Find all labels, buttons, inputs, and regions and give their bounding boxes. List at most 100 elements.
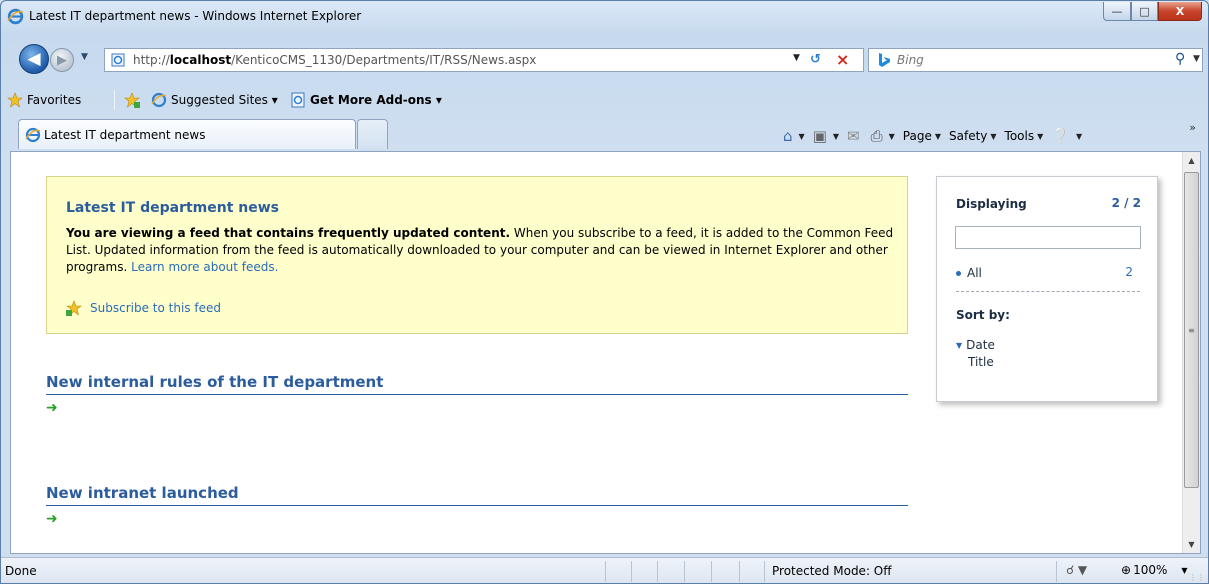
page-icon	[111, 53, 125, 67]
favorites-separator	[114, 90, 115, 110]
search-icon[interactable]: ⚲	[1175, 51, 1185, 67]
status-divider	[1056, 561, 1057, 582]
sort-by-label: Sort by:	[956, 308, 1010, 322]
back-arrow-icon: ◀	[27, 49, 41, 69]
addons-page-icon	[291, 92, 305, 108]
feed-info-box: Latest IT department news You are viewin…	[46, 176, 908, 334]
feed-title: Latest IT department news	[66, 200, 280, 216]
status-divider	[684, 561, 685, 582]
status-divider	[657, 561, 658, 582]
feed-description: You are viewing a feed that contains fre…	[66, 225, 896, 276]
subscribe-label: Subscribe to this feed	[90, 301, 221, 315]
security-zone-icon[interactable]: ☌ ▼	[1066, 563, 1087, 577]
subscribe-star-icon	[66, 300, 82, 316]
command-bar: ⌂ ▼ ▣ ▼ ✉ ⎙ ▼ Page ▼ Safety ▼ Tools ▼ ❔ ▼	[783, 127, 1090, 145]
ie-page-icon	[151, 92, 167, 108]
url-text[interactable]: http://localhost/KenticoCMS_1130/Departm…	[133, 53, 536, 67]
sort-by-date-link[interactable]: ▼ Date	[956, 338, 995, 352]
ie-window: Latest IT department news - Windows Inte…	[0, 0, 1209, 584]
vertical-scrollbar[interactable]: ▲ ≡ ▼	[1182, 152, 1200, 553]
subscribe-link[interactable]: Subscribe to this feed	[66, 300, 221, 316]
close-button[interactable]: X	[1158, 2, 1202, 21]
tab-latest-it-news[interactable]: Latest IT department news	[18, 119, 356, 149]
forward-button[interactable]: ▶	[50, 48, 74, 72]
displaying-count: 2 / 2	[1111, 196, 1141, 210]
learn-more-link[interactable]: Learn more about feeds.	[131, 260, 278, 274]
stop-icon[interactable]: ×	[836, 50, 849, 69]
scroll-thumb[interactable]: ≡	[1184, 172, 1199, 488]
search-box[interactable]: Bing ⚲ ▼	[868, 48, 1203, 72]
recent-pages-dropdown-icon[interactable]: ▼	[81, 52, 88, 62]
zoom-icon: ⊕	[1121, 563, 1132, 577]
feeds-icon: ▣	[812, 127, 827, 145]
favorites-button[interactable]: Favorites	[7, 92, 81, 108]
home-button[interactable]: ⌂ ▼	[783, 127, 805, 145]
bing-icon	[879, 53, 890, 67]
status-divider	[764, 561, 765, 582]
go-arrow-icon[interactable]: ➜	[46, 400, 908, 416]
filter-search-input[interactable]	[955, 226, 1141, 249]
get-more-addons-label: Get More Add-ons ▾	[310, 93, 442, 107]
feed-entry: New internal rules of the IT department …	[46, 373, 908, 416]
maximize-button[interactable]: □	[1131, 2, 1158, 21]
filter-all-link[interactable]: All	[956, 266, 982, 280]
new-tab-button[interactable]	[357, 119, 388, 149]
status-divider	[631, 561, 632, 582]
navigation-bar: ◀ ▶ ▼ http://localhost/KenticoCMS_1130/D…	[1, 44, 1208, 75]
status-divider	[711, 561, 712, 582]
status-bar: Done Protected Mode: Off ☌ ▼ ⊕ 100% ▼ ⋮⋮	[1, 557, 1208, 583]
entry-title-link[interactable]: New intranet launched	[46, 484, 908, 506]
resize-grip-icon[interactable]: ⋮⋮	[1189, 573, 1205, 582]
filter-all-label: All	[967, 266, 982, 280]
status-text: Done	[5, 564, 37, 578]
sort-date-label: Date	[966, 338, 995, 352]
sort-by-title-link[interactable]: Title	[968, 355, 994, 369]
sort-descending-icon: ▼	[956, 340, 963, 350]
search-options-dropdown-icon[interactable]: ▼	[1193, 54, 1200, 64]
page-content: Latest IT department news You are viewin…	[10, 151, 1201, 554]
add-favorite-star-icon	[124, 92, 140, 108]
protected-mode-status[interactable]: Protected Mode: Off	[772, 564, 892, 578]
minimize-button[interactable]: —	[1103, 2, 1131, 21]
status-divider	[739, 561, 740, 582]
safety-menu[interactable]: Safety ▼	[949, 129, 997, 143]
back-button[interactable]: ◀	[19, 44, 49, 74]
window-title: Latest IT department news - Windows Inte…	[29, 9, 362, 23]
tab-row: Latest IT department news ⌂ ▼ ▣ ▼ ✉ ⎙ ▼ Pag…	[1, 117, 1208, 151]
help-menu[interactable]: ❔ ▼	[1051, 127, 1082, 145]
status-divider	[605, 561, 606, 582]
title-bar: Latest IT department news - Windows Inte…	[1, 1, 1208, 33]
tools-menu[interactable]: Tools ▼	[1005, 129, 1044, 143]
forward-arrow-icon: ▶	[57, 52, 67, 68]
zoom-level: 100%	[1133, 563, 1168, 577]
address-dropdown-icon[interactable]: ▼	[793, 53, 800, 63]
printer-icon: ⎙	[870, 127, 883, 145]
feeds-button[interactable]: ▣ ▼	[813, 127, 839, 145]
read-mail-button[interactable]: ✉	[847, 127, 863, 145]
bullet-icon	[956, 270, 961, 276]
home-icon: ⌂	[783, 127, 793, 145]
scroll-down-icon[interactable]: ▼	[1183, 536, 1200, 553]
suggested-sites-button[interactable]: Suggested Sites ▾	[151, 92, 278, 108]
print-button[interactable]: ⎙ ▼	[871, 127, 895, 145]
scroll-up-icon[interactable]: ▲	[1183, 152, 1200, 169]
page-menu[interactable]: Page ▼	[903, 129, 941, 143]
address-bar[interactable]: http://localhost/KenticoCMS_1130/Departm…	[104, 48, 864, 72]
displaying-label: Displaying	[956, 197, 1027, 211]
zoom-dropdown-icon[interactable]: ▼	[1181, 566, 1187, 575]
safety-menu-label: Safety	[949, 129, 988, 143]
go-arrow-icon[interactable]: ➜	[46, 511, 908, 527]
panel-divider	[956, 291, 1140, 292]
search-placeholder: Bing	[897, 53, 924, 67]
feed-filter-panel: Displaying 2 / 2 All 2 Sort by: ▼ Date T…	[936, 176, 1158, 402]
favorites-bar: Favorites Suggested Sites ▾ Get More Add…	[1, 88, 1208, 112]
refresh-icon[interactable]: ↺	[810, 52, 821, 67]
filter-all-count: 2	[1125, 265, 1133, 279]
entry-title-link[interactable]: New internal rules of the IT department	[46, 373, 908, 395]
tools-menu-label: Tools	[1004, 129, 1035, 143]
zoom-control[interactable]: ⊕ 100% ▼	[1121, 563, 1188, 577]
tab-label: Latest IT department news	[44, 128, 206, 142]
get-more-addons-button[interactable]: Get More Add-ons ▾	[290, 92, 442, 108]
add-to-favorites-bar-button[interactable]	[124, 92, 140, 108]
chevron-overflow-icon[interactable]: »	[1189, 121, 1196, 134]
